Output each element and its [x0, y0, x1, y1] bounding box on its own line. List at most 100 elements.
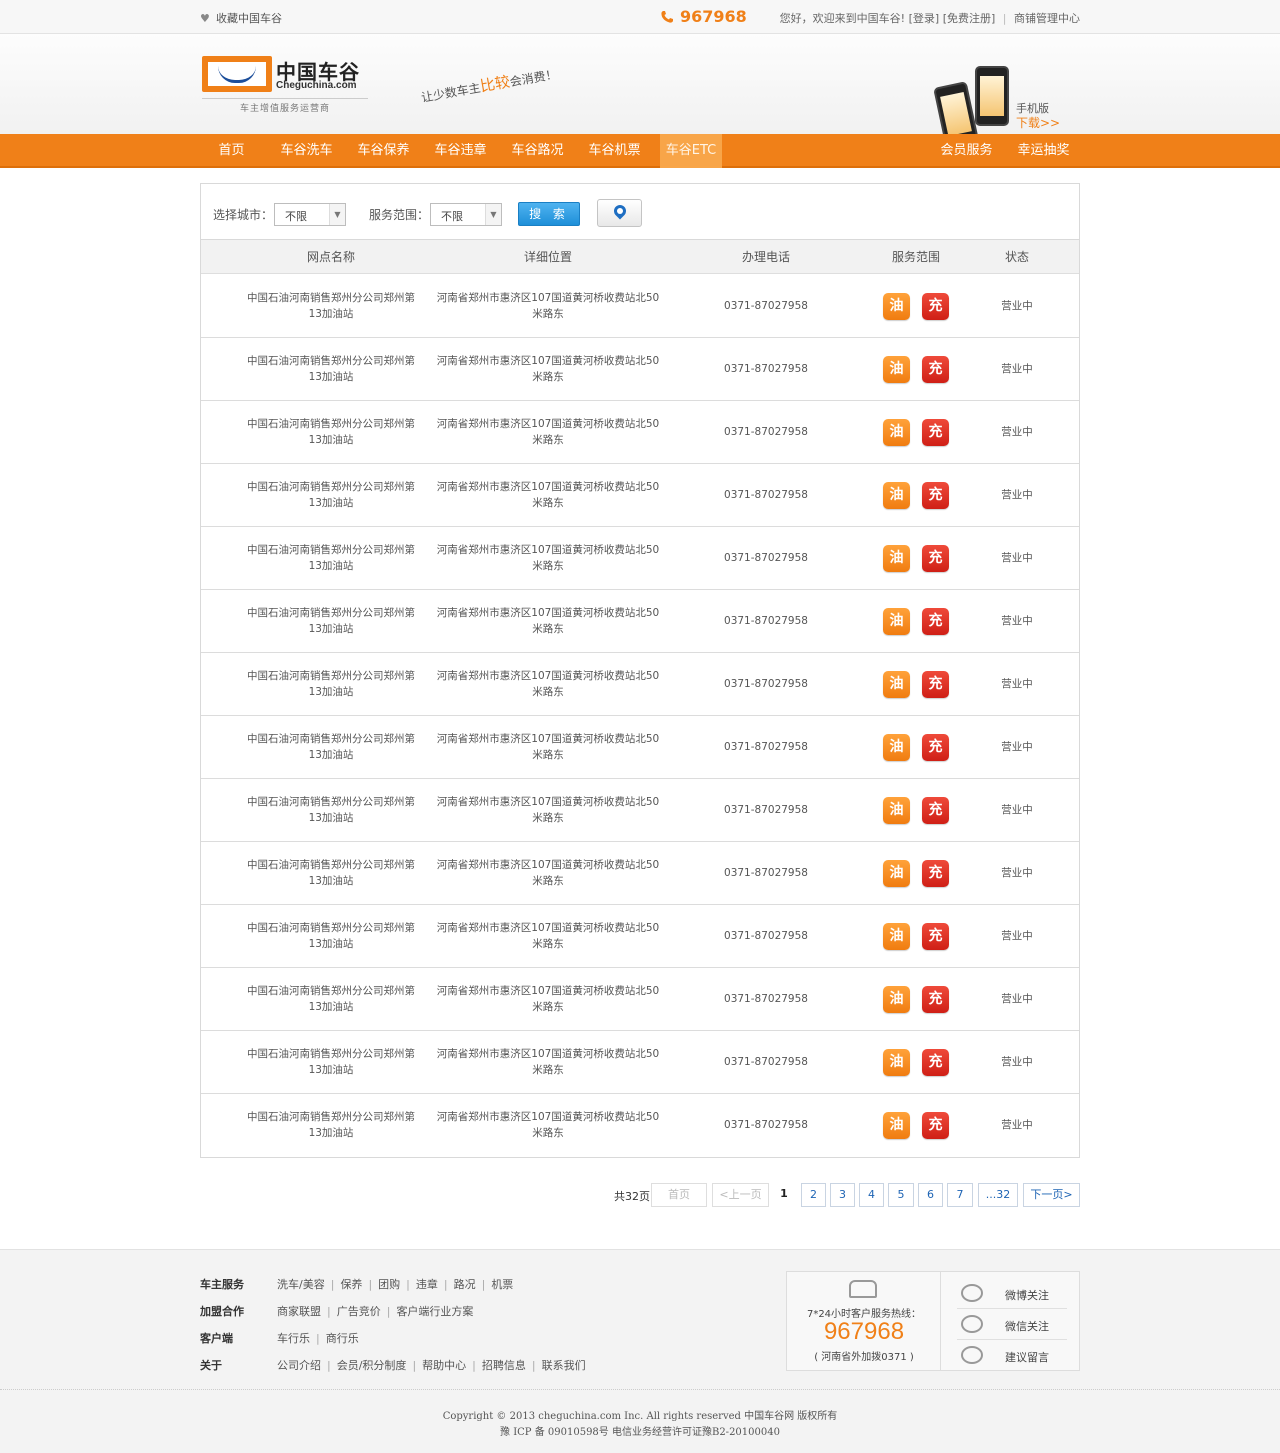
station-name: 中国石油河南销售郑州分公司郑州第13加油站	[247, 481, 415, 509]
weibo-icon	[961, 1284, 983, 1302]
mobile-app-download[interactable]: 手机版 下载>>	[933, 64, 1075, 147]
nav-etc[interactable]: 车谷ETC	[660, 134, 722, 168]
recharge-badge: 充	[922, 922, 949, 950]
footer-link[interactable]: 联系我们	[542, 1359, 586, 1372]
login-link[interactable]: [登录]	[909, 12, 940, 25]
table-row[interactable]: 中国石油河南销售郑州分公司郑州第13加油站 河南省郑州市惠济区107国道黄河桥收费…	[201, 275, 1079, 338]
recharge-badge: 充	[922, 670, 949, 698]
nav-flights[interactable]: 车谷机票	[581, 134, 648, 168]
city-select[interactable]: 不限 ▼	[274, 203, 346, 226]
station-name: 中国石油河南销售郑州分公司郑州第13加油站	[247, 796, 415, 824]
weixin-follow[interactable]: 微信关注	[957, 1309, 1067, 1340]
table-row[interactable]: 中国石油河南销售郑州分公司郑州第13加油站 河南省郑州市惠济区107国道黄河桥收费…	[201, 968, 1079, 1031]
table-row[interactable]: 中国石油河南销售郑州分公司郑州第13加油站 河南省郑州市惠济区107国道黄河桥收费…	[201, 527, 1079, 590]
nav-lucky-draw[interactable]: 幸运抽奖	[1010, 134, 1077, 168]
page-link[interactable]: 4	[859, 1183, 884, 1207]
register-link[interactable]: [免费注册]	[943, 12, 996, 25]
recharge-badge: 充	[922, 733, 949, 761]
weibo-follow[interactable]: 微博关注	[957, 1278, 1067, 1309]
footer-link[interactable]: 帮助中心	[422, 1359, 466, 1372]
fuel-badge: 油	[883, 733, 910, 761]
service-badges: 油充	[871, 968, 961, 1030]
admin-center-link[interactable]: 商铺管理中心	[1014, 12, 1080, 25]
table-body: 中国石油河南销售郑州分公司郑州第13加油站 河南省郑州市惠济区107国道黄河桥收费…	[201, 275, 1079, 1157]
nav-maintenance[interactable]: 车谷保养	[350, 134, 417, 168]
service-hotline-ext: ( 河南省外加拨0371 )	[814, 1352, 914, 1363]
page-link[interactable]: 6	[918, 1183, 943, 1207]
table-row[interactable]: 中国石油河南销售郑州分公司郑州第13加油站 河南省郑州市惠济区107国道黄河桥收费…	[201, 1094, 1079, 1157]
feedback-label: 建议留言	[1005, 1351, 1049, 1364]
footer-link[interactable]: 保养	[340, 1278, 362, 1291]
footer-link[interactable]: 商行乐	[326, 1332, 359, 1345]
footer-link[interactable]: 团购	[378, 1278, 400, 1291]
footer-link[interactable]: 商家联盟	[277, 1305, 321, 1318]
chevron-down-icon: ▼	[485, 204, 501, 225]
table-row[interactable]: 中国石油河南销售郑州分公司郑州第13加油站 河南省郑州市惠济区107国道黄河桥收费…	[201, 1031, 1079, 1094]
station-phone: 0371-87027958	[724, 300, 808, 312]
fuel-badge: 油	[883, 1048, 910, 1076]
table-row[interactable]: 中国石油河南销售郑州分公司郑州第13加油站 河南省郑州市惠济区107国道黄河桥收费…	[201, 653, 1079, 716]
table-row[interactable]: 中国石油河南销售郑州分公司郑州第13加油站 河南省郑州市惠济区107国道黄河桥收费…	[201, 464, 1079, 527]
nav-member-service[interactable]: 会员服务	[933, 134, 1000, 168]
col-station-name: 网点名称	[306, 250, 355, 264]
page-first[interactable]: 首页	[651, 1183, 707, 1207]
table-row[interactable]: 中国石油河南销售郑州分公司郑州第13加油站 河南省郑州市惠济区107国道黄河桥收费…	[201, 842, 1079, 905]
filter-bar: 选择城市： 不限 ▼ 服务范围： 不限 ▼ 搜 索	[201, 184, 1079, 240]
station-address: 河南省郑州市惠济区107国道黄河桥收费站北50米路东	[436, 1111, 660, 1139]
station-name: 中国石油河南销售郑州分公司郑州第13加油站	[247, 418, 415, 446]
site-logo[interactable]: 中国车谷 Cheguchina.com 车主增值服务运营商	[202, 56, 368, 114]
wechat-icon	[961, 1315, 983, 1333]
recharge-badge: 充	[922, 481, 949, 509]
service-badges: 油充	[871, 401, 961, 463]
table-row[interactable]: 中国石油河南销售郑州分公司郑州第13加油站 河南省郑州市惠济区107国道黄河桥收费…	[201, 338, 1079, 401]
station-status: 营业中	[1001, 615, 1033, 627]
footer-row-title: 加盟合作	[200, 1305, 244, 1318]
footer-link[interactable]: 车行乐	[277, 1332, 310, 1345]
station-status: 营业中	[1001, 867, 1033, 879]
footer-link[interactable]: 洗车/美容	[277, 1278, 325, 1291]
table-row[interactable]: 中国石油河南销售郑州分公司郑州第13加油站 河南省郑州市惠济区107国道黄河桥收费…	[201, 716, 1079, 779]
favorite-link[interactable]: ♥ 收藏中国车谷	[200, 10, 282, 26]
station-name: 中国石油河南销售郑州分公司郑州第13加油站	[247, 355, 415, 383]
footer-link[interactable]: 路况	[454, 1278, 476, 1291]
table-row[interactable]: 中国石油河南销售郑州分公司郑州第13加油站 河南省郑州市惠济区107国道黄河桥收费…	[201, 905, 1079, 968]
station-phone: 0371-87027958	[724, 1119, 808, 1131]
page-last[interactable]: ...32	[978, 1183, 1018, 1207]
nav-car-wash[interactable]: 车谷洗车	[273, 134, 340, 168]
phone-image	[975, 66, 1009, 126]
nav-home[interactable]: 首页	[200, 134, 263, 168]
fuel-badge: 油	[883, 355, 910, 383]
footer-row-title: 车主服务	[200, 1278, 244, 1291]
page-link[interactable]: 5	[888, 1183, 914, 1207]
station-address: 河南省郑州市惠济区107国道黄河桥收费站北50米路东	[436, 670, 660, 698]
station-name: 中国石油河南销售郑州分公司郑州第13加油站	[247, 670, 415, 698]
map-button[interactable]	[597, 199, 642, 227]
page-link[interactable]: 7	[947, 1183, 973, 1207]
page-link[interactable]: 3	[830, 1183, 855, 1207]
footer-link[interactable]: 公司介绍	[277, 1359, 321, 1372]
recharge-badge: 充	[922, 607, 949, 635]
footer-link[interactable]: 机票	[491, 1278, 513, 1291]
page-prev[interactable]: <上一页	[712, 1183, 769, 1207]
page-next[interactable]: 下一页>	[1023, 1183, 1080, 1207]
footer-link[interactable]: 广告竞价	[337, 1305, 381, 1318]
footer-link[interactable]: 会员/积分制度	[337, 1359, 407, 1372]
nav-violations[interactable]: 车谷违章	[427, 134, 494, 168]
station-address: 河南省郑州市惠济区107国道黄河桥收费站北50米路东	[436, 985, 660, 1013]
page-link[interactable]: 2	[801, 1183, 826, 1207]
footer-link[interactable]: 客户端行业方案	[396, 1305, 473, 1318]
nav-traffic[interactable]: 车谷路况	[504, 134, 571, 168]
fuel-badge: 油	[883, 859, 910, 887]
copyright-text: Copyright © 2013 cheguchina.com Inc. All…	[442, 1411, 838, 1422]
footer-link[interactable]: 招聘信息	[482, 1359, 526, 1372]
service-range-select[interactable]: 不限 ▼	[430, 203, 502, 226]
recharge-badge: 充	[922, 544, 949, 572]
station-address: 河南省郑州市惠济区107国道黄河桥收费站北50米路东	[436, 1048, 660, 1076]
service-badges: 油充	[871, 464, 961, 526]
footer-link[interactable]: 违章	[416, 1278, 438, 1291]
table-row[interactable]: 中国石油河南销售郑州分公司郑州第13加油站 河南省郑州市惠济区107国道黄河桥收费…	[201, 590, 1079, 653]
table-row[interactable]: 中国石油河南销售郑州分公司郑州第13加油站 河南省郑州市惠济区107国道黄河桥收费…	[201, 779, 1079, 842]
feedback-link[interactable]: 建议留言	[957, 1340, 1067, 1371]
table-row[interactable]: 中国石油河南销售郑州分公司郑州第13加油站 河南省郑州市惠济区107国道黄河桥收费…	[201, 401, 1079, 464]
search-button[interactable]: 搜 索	[518, 202, 580, 226]
